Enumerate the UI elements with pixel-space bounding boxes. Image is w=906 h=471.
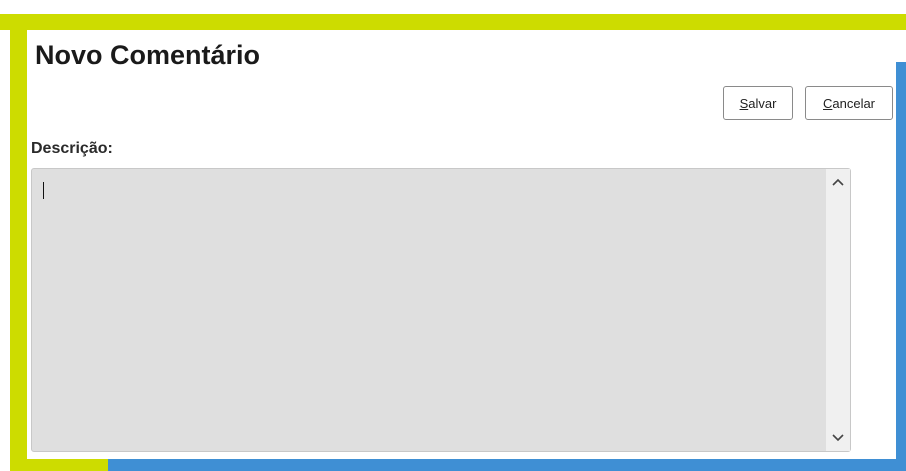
- save-button-accesskey: S: [739, 95, 749, 111]
- description-textarea[interactable]: [32, 169, 826, 451]
- cancel-button[interactable]: Cancelar: [805, 86, 893, 120]
- save-button[interactable]: Salvar: [723, 86, 793, 120]
- chevron-up-icon[interactable]: [826, 171, 850, 193]
- cancel-button-accesskey: C: [822, 95, 833, 111]
- frame-right-strip: [896, 62, 906, 471]
- comment-dialog: Novo Comentário Salvar Cancelar Descriçã…: [27, 30, 896, 459]
- description-scrollbar[interactable]: [826, 169, 850, 451]
- frame-top-strip: [0, 14, 906, 30]
- cancel-button-label: ancelar: [832, 95, 876, 111]
- description-field-container: [31, 168, 851, 452]
- frame-left-strip: [10, 14, 27, 471]
- frame-bottom-left-strip: [10, 459, 108, 471]
- frame-bottom-right-strip: [108, 459, 906, 471]
- save-button-label: alvar: [748, 95, 777, 111]
- description-label: Descrição:: [31, 140, 113, 157]
- dialog-title: Novo Comentário: [35, 40, 261, 70]
- text-caret: [43, 182, 44, 199]
- page: Novo Comentário Salvar Cancelar Descriçã…: [0, 0, 906, 471]
- chevron-down-icon[interactable]: [826, 427, 850, 449]
